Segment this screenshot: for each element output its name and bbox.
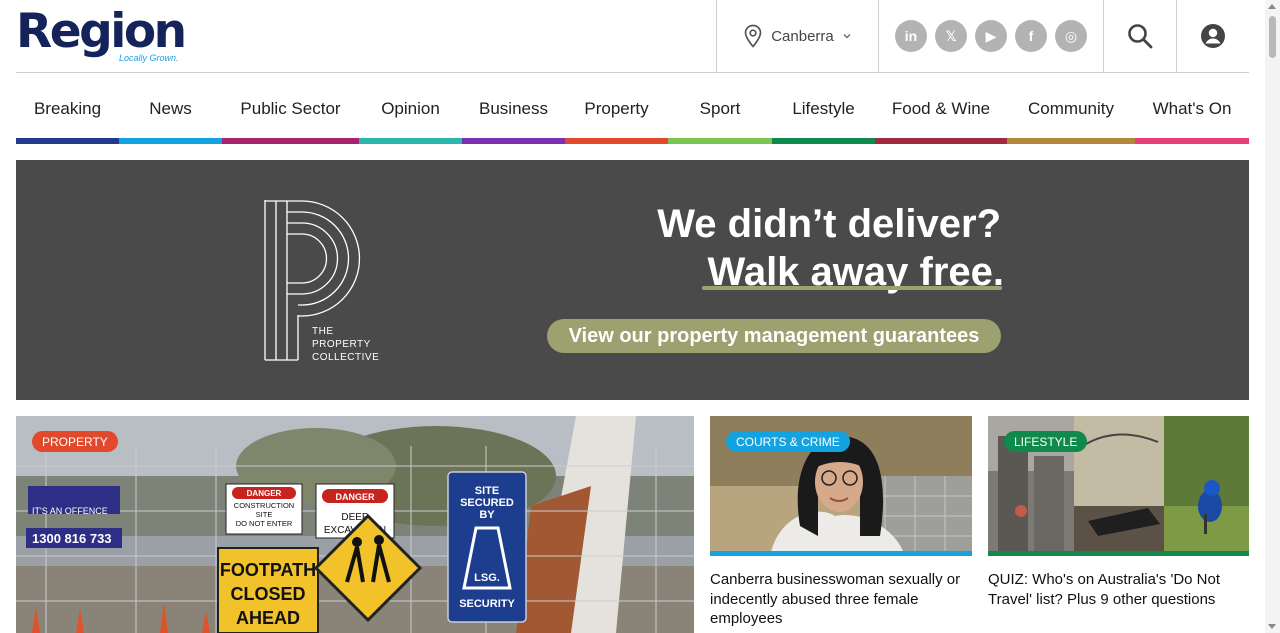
nav-item-breaking[interactable]: Breaking xyxy=(16,73,119,144)
page-scrollbar[interactable] xyxy=(1265,0,1280,633)
instagram-icon[interactable]: ◎ xyxy=(1055,20,1087,52)
sign-text: SITE xyxy=(256,510,273,519)
sign-text: DANGER xyxy=(335,492,375,502)
banner-headline-1: We didn’t deliver? xyxy=(657,202,1001,246)
nav-item-label: Public Sector xyxy=(240,98,341,118)
sign-text: SECURED xyxy=(460,497,514,509)
location-label: Canberra xyxy=(771,27,834,45)
search-button[interactable] xyxy=(1104,0,1177,72)
scroll-down-arrow[interactable] xyxy=(1268,624,1276,629)
facebook-icon[interactable]: f xyxy=(1015,20,1047,52)
search-icon xyxy=(1128,24,1153,49)
nav-color-bar xyxy=(222,138,359,144)
logo-text-line: THE xyxy=(312,326,334,337)
nav-item-food-wine[interactable]: Food & Wine xyxy=(875,73,1007,144)
nav-item-public-sector[interactable]: Public Sector xyxy=(222,73,359,144)
sign-text: DO NOT ENTER xyxy=(236,519,293,528)
sign-text: FOOTPATH xyxy=(220,560,316,580)
nav-item-label: Breaking xyxy=(33,98,102,118)
construction-site-photo: IT'S AN OFFENCE 1300 816 733 DANGER CONS… xyxy=(16,416,694,633)
property-collective-wordmark: THE PROPERTY COLLECTIVE xyxy=(312,325,379,364)
sign-text: DANGER xyxy=(247,489,282,498)
user-icon xyxy=(1201,24,1225,48)
youtube-icon[interactable]: ▶ xyxy=(975,20,1007,52)
category-badge[interactable]: PROPERTY xyxy=(32,431,118,452)
site-header: Region Locally Grown. Canberra in 𝕏 ▶ f ◎ xyxy=(16,0,1249,73)
nav-color-bar xyxy=(119,138,222,144)
nav-item-label: Opinion xyxy=(381,98,440,118)
nav-item-lifestyle[interactable]: Lifestyle xyxy=(772,73,875,144)
nav-item-label: Sport xyxy=(699,98,741,118)
nav-item-property[interactable]: Property xyxy=(565,73,668,144)
main-navigation: Breaking News Public Sector Opinion Business… xyxy=(16,73,1249,144)
logo-tagline: Locally Grown. xyxy=(119,53,179,63)
scroll-up-arrow[interactable] xyxy=(1268,4,1276,9)
nav-color-bar xyxy=(875,138,1007,144)
nav-color-bar xyxy=(462,138,565,144)
featured-story-property[interactable]: IT'S AN OFFENCE 1300 816 733 DANGER CONS… xyxy=(16,416,694,633)
nav-color-bar xyxy=(359,138,462,144)
nav-color-bar xyxy=(772,138,875,144)
region-logo[interactable]: Region Locally Grown. xyxy=(16,6,196,66)
location-selector[interactable]: Canberra xyxy=(716,0,879,72)
sign-text: BY xyxy=(479,509,495,521)
guarantees-cta-button[interactable]: View our property management guarantees xyxy=(547,319,1001,353)
nav-item-label: Property xyxy=(584,98,649,118)
nav-color-bar xyxy=(1135,138,1249,144)
category-badge[interactable]: COURTS & CRIME xyxy=(726,431,850,452)
story-image: LIFESTYLE xyxy=(988,416,1249,556)
scrollbar-thumb[interactable] xyxy=(1269,16,1276,58)
sign-text: LSG. xyxy=(474,572,500,584)
nav-item-label: Food & Wine xyxy=(891,98,991,118)
map-pin-icon xyxy=(744,24,762,48)
nav-color-bar xyxy=(668,138,772,144)
story-card-courts[interactable]: COURTS & CRIME Canberra businesswoman se… xyxy=(710,416,972,629)
nav-item-opinion[interactable]: Opinion xyxy=(359,73,462,144)
logo-text-line: PROPERTY xyxy=(312,339,371,350)
nav-color-bar xyxy=(16,138,119,144)
story-card-lifestyle[interactable]: LIFESTYLE QUIZ: Who's on Australia's 'Do… xyxy=(988,416,1249,609)
nav-item-label: What's On xyxy=(1152,98,1232,118)
property-collective-banner[interactable]: THE PROPERTY COLLECTIVE We didn’t delive… xyxy=(16,160,1249,400)
sign-text: SECURITY xyxy=(459,598,515,610)
nav-item-business[interactable]: Business xyxy=(462,73,565,144)
headline-underline xyxy=(702,286,1002,290)
chevron-down-icon xyxy=(843,34,851,39)
sign-text: CONSTRUCTION xyxy=(234,501,294,510)
logo-wordmark: Region xyxy=(16,4,187,59)
nav-color-bar xyxy=(565,138,668,144)
nav-item-what-s-on[interactable]: What's On xyxy=(1135,73,1249,144)
story-headline[interactable]: Canberra businesswoman sexually or indec… xyxy=(710,570,972,629)
sign-text: CLOSED xyxy=(230,584,305,604)
sign-text: IT'S AN OFFENCE xyxy=(32,506,108,516)
story-headline[interactable]: QUIZ: Who's on Australia's 'Do Not Trave… xyxy=(988,570,1249,609)
nav-item-news[interactable]: News xyxy=(119,73,222,144)
nav-item-label: News xyxy=(149,98,192,118)
sign-text: AHEAD xyxy=(236,608,300,628)
nav-item-sport[interactable]: Sport xyxy=(668,73,772,144)
x-icon[interactable]: 𝕏 xyxy=(935,20,967,52)
social-links: in 𝕏 ▶ f ◎ xyxy=(879,0,1104,72)
nav-item-label: Business xyxy=(479,98,548,118)
account-button[interactable] xyxy=(1177,0,1249,72)
nav-item-label: Lifestyle xyxy=(792,98,855,118)
linkedin-icon[interactable]: in xyxy=(895,20,927,52)
category-badge[interactable]: LIFESTYLE xyxy=(1004,431,1088,452)
nav-item-label: Community xyxy=(1028,98,1114,118)
sign-text: 1300 816 733 xyxy=(32,531,112,546)
logo-text-line: COLLECTIVE xyxy=(312,352,380,363)
nav-color-bar xyxy=(1007,138,1135,144)
nav-item-community[interactable]: Community xyxy=(1007,73,1135,144)
sign-text: SITE xyxy=(475,485,499,497)
story-image: COURTS & CRIME xyxy=(710,416,972,556)
